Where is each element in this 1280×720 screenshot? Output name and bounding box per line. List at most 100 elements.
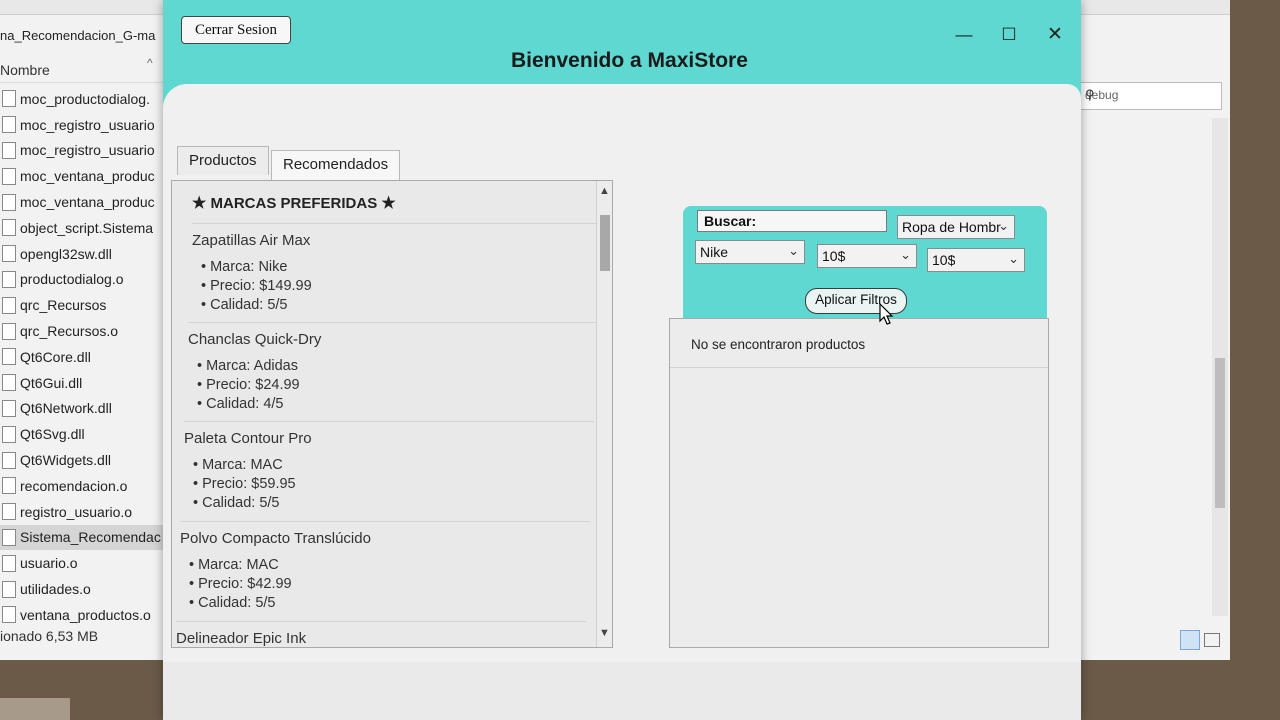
explorer-scroll-thumb[interactable] xyxy=(1215,358,1225,508)
product-price: • Precio: $42.99 xyxy=(189,576,292,592)
preferred-brands-label: MARCAS PREFERIDAS xyxy=(210,195,378,212)
file-name: Qt6Widgets.dll xyxy=(20,452,112,469)
file-icon xyxy=(2,528,16,546)
list-item[interactable]: No se encontraron productos xyxy=(670,319,1048,368)
file-row[interactable]: qrc_Recursos xyxy=(0,292,165,318)
list-item[interactable]: Polvo Compacto Translúcido • Marca: MAC • … xyxy=(180,521,590,618)
product-name: Paleta Contour Pro xyxy=(184,430,312,447)
mouse-cursor-icon xyxy=(879,303,894,325)
category-select[interactable]: Ropa de Hombr ⌄ xyxy=(897,215,1015,239)
explorer-path[interactable]: na_Recomendacion_G-ma xyxy=(0,28,155,43)
tiles-view-icon[interactable] xyxy=(1204,633,1220,647)
scroll-down-icon[interactable]: ▼ xyxy=(599,627,610,639)
file-row[interactable]: Qt6Gui.dll xyxy=(0,370,165,396)
search-input[interactable] xyxy=(697,210,887,232)
list-item[interactable]: Paleta Contour Pro • Marca: MAC • Precio: … xyxy=(184,421,594,518)
product-name: Polvo Compacto Translúcido xyxy=(180,530,371,547)
view-toggle xyxy=(1180,630,1224,650)
category-select-value: Ropa de Hombr xyxy=(902,219,1001,235)
column-header-name[interactable]: Nombre ^ xyxy=(0,56,165,83)
min-price-select[interactable]: 10$ ⌄ xyxy=(817,244,917,268)
file-row[interactable]: Qt6Svg.dll xyxy=(0,421,165,447)
list-item[interactable]: Zapatillas Air Max • Marca: Nike • Precio:… xyxy=(192,223,596,320)
file-name: registro_usuario.o xyxy=(20,503,133,520)
file-row[interactable]: Qt6Network.dll xyxy=(0,396,165,422)
file-list: moc_productodialog. moc_registro_usuario m… xyxy=(0,86,165,628)
logout-button[interactable]: Cerrar Sesion xyxy=(181,16,291,44)
product-price: • Precio: $24.99 xyxy=(197,377,300,393)
file-row[interactable]: moc_registro_usuario xyxy=(0,112,165,138)
file-row[interactable]: Sistema_Recomendac xyxy=(0,524,165,551)
product-brand: • Marca: Adidas xyxy=(197,358,298,374)
details-view-icon[interactable] xyxy=(1180,630,1200,650)
file-icon xyxy=(2,141,16,159)
search-icon[interactable]: ⚲ xyxy=(1085,87,1213,103)
minimize-icon[interactable]: — xyxy=(949,24,979,48)
file-icon xyxy=(2,425,16,443)
welcome-title: Bienvenido a MaxiStore xyxy=(511,49,748,72)
file-row[interactable]: moc_productodialog. xyxy=(0,86,165,112)
file-row[interactable]: utilidades.o xyxy=(0,576,165,602)
file-icon xyxy=(2,451,16,469)
list-item[interactable]: Delineador Epic Ink xyxy=(176,621,586,647)
file-row[interactable]: productodialog.o xyxy=(0,267,165,293)
file-icon xyxy=(2,374,16,392)
file-row[interactable]: moc_registro_usuario xyxy=(0,138,165,164)
file-icon xyxy=(2,245,16,263)
chevron-down-icon: ⌄ xyxy=(998,218,1009,233)
scroll-up-icon[interactable]: ▲ xyxy=(599,185,610,197)
list-scroll-thumb[interactable] xyxy=(600,215,610,271)
file-icon xyxy=(2,116,16,134)
chevron-down-icon: ⌄ xyxy=(788,243,799,258)
chevron-down-icon: ⌄ xyxy=(900,247,911,262)
file-name: moc_ventana_produc xyxy=(20,168,155,185)
file-icon xyxy=(2,219,16,237)
product-quality: • Calidad: 5/5 xyxy=(201,297,288,313)
file-icon xyxy=(2,348,16,366)
list-item[interactable]: Chanclas Quick-Dry • Marca: Adidas • Preci… xyxy=(188,322,596,419)
file-row[interactable]: opengl32sw.dll xyxy=(0,241,165,267)
file-row[interactable]: Qt6Core.dll xyxy=(0,344,165,370)
maxistore-window: Cerrar Sesion Bienvenido a MaxiStore — ☐… xyxy=(163,0,1081,720)
file-name: productodialog.o xyxy=(20,271,124,288)
file-name: Qt6Core.dll xyxy=(20,348,91,365)
file-row[interactable]: recomendacion.o xyxy=(0,473,165,499)
list-scrollbar[interactable]: ▲ ▼ xyxy=(596,181,612,647)
file-name: qrc_Recursos.o xyxy=(20,323,119,340)
product-brand: • Marca: MAC xyxy=(193,457,283,473)
file-name: qrc_Recursos xyxy=(20,297,107,314)
empty-results-message: No se encontraron productos xyxy=(691,337,866,352)
file-icon xyxy=(2,270,16,288)
explorer-search-input[interactable]: debug ⚲ xyxy=(1078,82,1222,110)
product-brand: • Marca: MAC xyxy=(189,557,279,573)
tab-productos[interactable]: Productos xyxy=(177,146,269,175)
results-list[interactable]: No se encontraron productos xyxy=(669,318,1049,648)
taskbar-fragment xyxy=(0,698,70,720)
close-icon[interactable]: ✕ xyxy=(1040,24,1070,48)
file-row[interactable]: registro_usuario.o xyxy=(0,499,165,525)
tab-recomendados[interactable]: Recomendados xyxy=(271,150,401,181)
file-row[interactable]: ventana_productos.o xyxy=(0,602,165,628)
file-row[interactable]: object_script.Sistema xyxy=(0,215,165,241)
file-name: utilidades.o xyxy=(20,581,91,598)
file-icon xyxy=(2,322,16,340)
file-row[interactable]: moc_ventana_produc xyxy=(0,163,165,189)
filter-panel: Ropa de Hombr ⌄ Nike ⌄ 10$ ⌄ 10$ ⌄ Aplic… xyxy=(683,206,1047,332)
file-row[interactable]: qrc_Recursos.o xyxy=(0,318,165,344)
max-price-select[interactable]: 10$ ⌄ xyxy=(927,248,1025,272)
file-name: Qt6Gui.dll xyxy=(20,374,83,391)
product-price: • Precio: $59.95 xyxy=(193,476,296,492)
explorer-scrollbar[interactable] xyxy=(1212,118,1228,616)
file-icon xyxy=(2,477,16,495)
brand-select-value: Nike xyxy=(700,244,729,260)
file-name: ventana_productos.o xyxy=(20,606,151,623)
recommended-list[interactable]: ★ MARCAS PREFERIDAS ★ Zapatillas Air Max… xyxy=(171,180,613,648)
brand-select[interactable]: Nike ⌄ xyxy=(695,240,805,264)
file-row[interactable]: moc_ventana_produc xyxy=(0,189,165,215)
sort-up-icon: ^ xyxy=(147,56,153,70)
explorer-status-text: ionado 6,53 MB xyxy=(0,628,99,644)
maximize-icon[interactable]: ☐ xyxy=(994,24,1024,48)
file-row[interactable]: usuario.o xyxy=(0,550,165,576)
file-row[interactable]: Qt6Widgets.dll xyxy=(0,447,165,473)
file-icon xyxy=(2,167,16,185)
